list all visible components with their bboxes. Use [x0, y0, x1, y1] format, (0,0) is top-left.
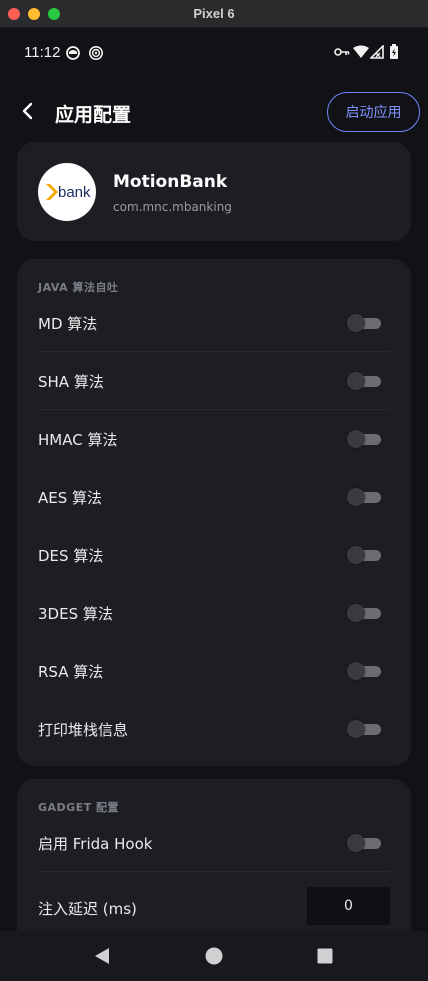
hotspot-icon [89, 46, 103, 60]
row-label: 注入延迟 (ms) [38, 900, 137, 918]
row-label: MD 算法 [38, 315, 98, 333]
svg-text:bank: bank [58, 184, 91, 201]
3des-toggle[interactable] [347, 604, 381, 622]
row-frida-hook[interactable]: 启用 Frida Hook [38, 814, 390, 872]
bank-logo-icon: bank [46, 184, 91, 201]
status-time: 11:12 [24, 44, 61, 61]
java-algorithm-card: JAVA 算法自吐 MD 算法 SHA 算法 HMAC 算法 AES 算法 DE… [17, 259, 411, 766]
row-md[interactable]: MD 算法 [38, 294, 390, 352]
system-nav-bar [0, 931, 428, 981]
stack-trace-toggle[interactable] [347, 720, 381, 738]
wifi-icon [353, 45, 369, 58]
row-label: AES 算法 [38, 489, 103, 507]
row-hmac[interactable]: HMAC 算法 [38, 410, 390, 468]
hmac-toggle[interactable] [347, 430, 381, 448]
app-logo: bank [38, 163, 96, 221]
row-label: 3DES 算法 [38, 605, 113, 623]
sha-toggle[interactable] [347, 372, 381, 390]
app-package: com.mnc.mbanking [113, 200, 232, 214]
app-info-card: bank MotionBank com.mnc.mbanking [17, 142, 411, 241]
nav-recents-button[interactable] [305, 931, 345, 981]
battery-icon [390, 44, 398, 59]
back-arrow-icon[interactable] [14, 97, 42, 125]
window-title: Pixel 6 [193, 6, 235, 21]
launch-app-button[interactable]: 启动应用 [327, 92, 420, 132]
md-toggle[interactable] [347, 314, 381, 332]
row-stack-trace[interactable]: 打印堆栈信息 [38, 700, 390, 758]
row-label: 打印堆栈信息 [38, 721, 129, 739]
nav-home-button[interactable] [194, 931, 234, 981]
row-label: SHA 算法 [38, 373, 104, 391]
row-label: HMAC 算法 [38, 431, 118, 449]
row-inject-delay: 注入延迟 (ms) 0 [38, 872, 390, 936]
nav-recents-icon [317, 948, 333, 964]
app-name: MotionBank [113, 172, 228, 192]
status-bar: 11:12 [0, 28, 428, 78]
row-rsa[interactable]: RSA 算法 [38, 642, 390, 700]
inject-delay-input[interactable]: 0 [307, 887, 390, 925]
rsa-toggle[interactable] [347, 662, 381, 680]
nav-home-icon [205, 947, 223, 965]
notification-icon [66, 46, 80, 60]
signal-icon [370, 45, 384, 59]
row-aes[interactable]: AES 算法 [38, 468, 390, 526]
section-title-java: JAVA 算法自吐 [38, 281, 119, 294]
window-titlebar: Pixel 6 [0, 0, 428, 28]
row-label: 启用 Frida Hook [38, 835, 153, 853]
des-toggle[interactable] [347, 546, 381, 564]
key-icon [334, 48, 350, 56]
row-label: RSA 算法 [38, 663, 104, 681]
nav-back-icon [95, 948, 109, 964]
section-title-gadget: GADGET 配置 [38, 801, 120, 814]
row-label: DES 算法 [38, 547, 104, 565]
nav-back-button[interactable] [82, 931, 122, 981]
frida-hook-toggle[interactable] [347, 834, 381, 852]
phone-screen: 11:12 应用配置 启动应用 bank MotionBank com.mnc.… [0, 28, 428, 981]
row-sha[interactable]: SHA 算法 [38, 352, 390, 410]
aes-toggle[interactable] [347, 488, 381, 506]
row-3des[interactable]: 3DES 算法 [38, 584, 390, 642]
page-title: 应用配置 [55, 104, 132, 126]
row-des[interactable]: DES 算法 [38, 526, 390, 584]
